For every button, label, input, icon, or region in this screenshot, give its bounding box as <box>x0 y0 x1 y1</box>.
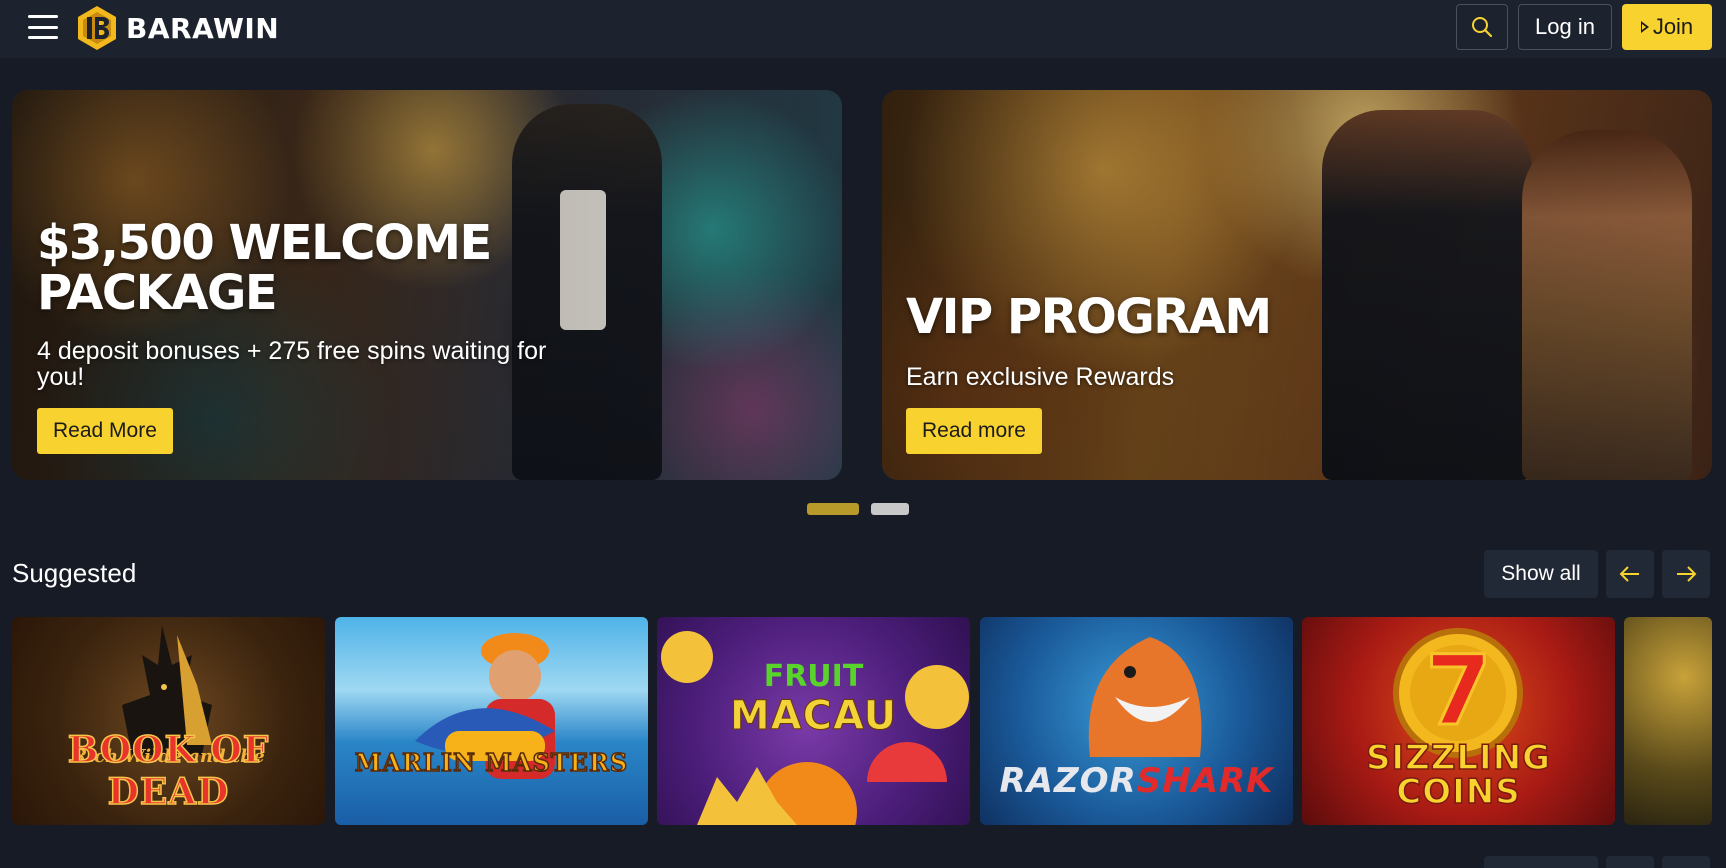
section-title-suggested: Suggested <box>12 558 137 588</box>
play-icon <box>1640 21 1649 33</box>
show-all-button[interactable]: Show all <box>1484 550 1598 598</box>
brand-logo-mark <box>78 6 116 50</box>
carousel-next-button[interactable] <box>1662 550 1710 598</box>
promo-banner-welcome[interactable]: $3,500 WELCOME PACKAGE 4 deposit bonuses… <box>12 90 842 480</box>
game-tile-fruit-macau[interactable]: FRUIT MACAU <box>657 617 970 825</box>
brand-logo[interactable]: BARAWIN <box>76 5 279 51</box>
brand-name: BARAWIN <box>126 11 280 45</box>
carousel-dot-active[interactable] <box>807 503 859 515</box>
shark-figure <box>1088 637 1202 757</box>
banner-subtitle: 4 deposit bonuses + 275 free spins waiti… <box>37 337 547 391</box>
search-icon <box>1472 17 1493 38</box>
arrow-left-icon <box>1619 566 1639 582</box>
game-title-part: RAZOR <box>999 761 1137 801</box>
next-section-prev-button[interactable] <box>1606 856 1654 868</box>
read-more-button[interactable]: Read more <box>906 408 1042 454</box>
lucky-seven-symbol: 7 <box>1424 634 1494 749</box>
game-title-part: SHARK <box>1136 761 1274 801</box>
carousel-prev-button[interactable] <box>1606 550 1654 598</box>
game-title: MACAU <box>729 693 898 740</box>
next-section-show-all-button[interactable] <box>1484 856 1598 868</box>
banner-subtitle: Earn exclusive Rewards <box>906 363 1175 391</box>
banner-title: VIP PROGRAM <box>906 289 1272 345</box>
join-label: Join <box>1652 14 1694 39</box>
read-more-button[interactable]: Read More <box>37 408 173 454</box>
banner-title: $3,500 WELCOME PACKAGE <box>37 215 492 321</box>
game-subtitle: FRUIT <box>763 659 864 694</box>
arrow-right-icon <box>1677 566 1697 582</box>
game-title: RAZORSHARK <box>980 761 1293 801</box>
top-navigation-bar: BARAWIN Log in Join <box>0 0 1726 58</box>
game-title: BOOK OF DEAD <box>67 728 270 814</box>
game-tile-book-of-dead[interactable]: Rich Wilde and the BOOK OF DEAD <box>12 617 325 825</box>
search-button[interactable] <box>1456 4 1508 50</box>
game-thumbnail <box>1624 617 1712 825</box>
game-tile-marlin-masters[interactable]: MARLIN MASTERS <box>335 617 648 825</box>
hamburger-menu-icon[interactable] <box>28 14 58 40</box>
game-title: MARLIN MASTERS <box>354 747 629 778</box>
promo-banner-vip[interactable]: VIP PROGRAM Earn exclusive Rewards Read … <box>882 90 1712 480</box>
game-tile-razor-shark[interactable]: RAZORSHARK <box>980 617 1293 825</box>
next-section-next-button[interactable] <box>1662 856 1710 868</box>
join-button[interactable]: Join <box>1622 4 1712 50</box>
login-button[interactable]: Log in <box>1518 4 1612 50</box>
carousel-dot[interactable] <box>871 503 909 515</box>
game-tile-sizzling-coins[interactable]: 7 SIZZLING COINS <box>1302 617 1615 825</box>
game-tile-partial[interactable] <box>1624 617 1712 825</box>
game-title: SIZZLING COINS <box>1365 738 1552 812</box>
